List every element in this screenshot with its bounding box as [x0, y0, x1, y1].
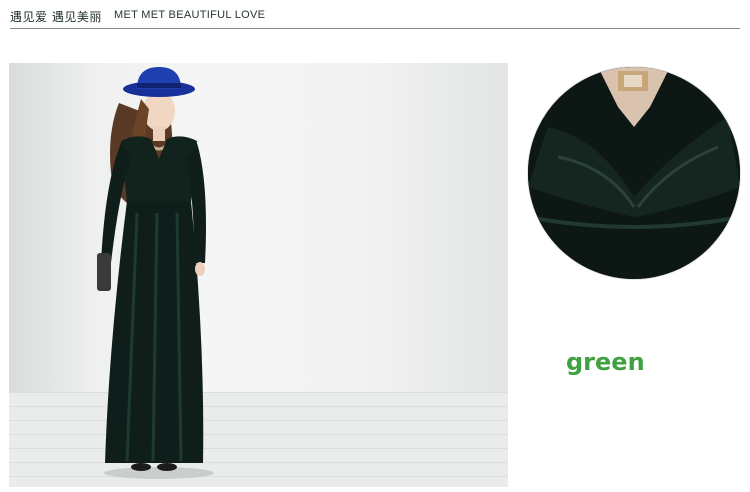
header-title-chinese: 遇见爱 遇见美丽 — [10, 10, 102, 24]
model-figure — [97, 67, 214, 479]
page-header: 遇见爱 遇见美丽 MET MET BEAUTIFUL LOVE — [10, 8, 740, 29]
closeup-detail — [528, 67, 740, 279]
model-photo — [9, 63, 508, 487]
header-title-english: MET MET BEAUTIFUL LOVE — [114, 9, 266, 21]
color-label: green — [566, 348, 645, 376]
neckline-closeup-photo — [527, 66, 741, 280]
